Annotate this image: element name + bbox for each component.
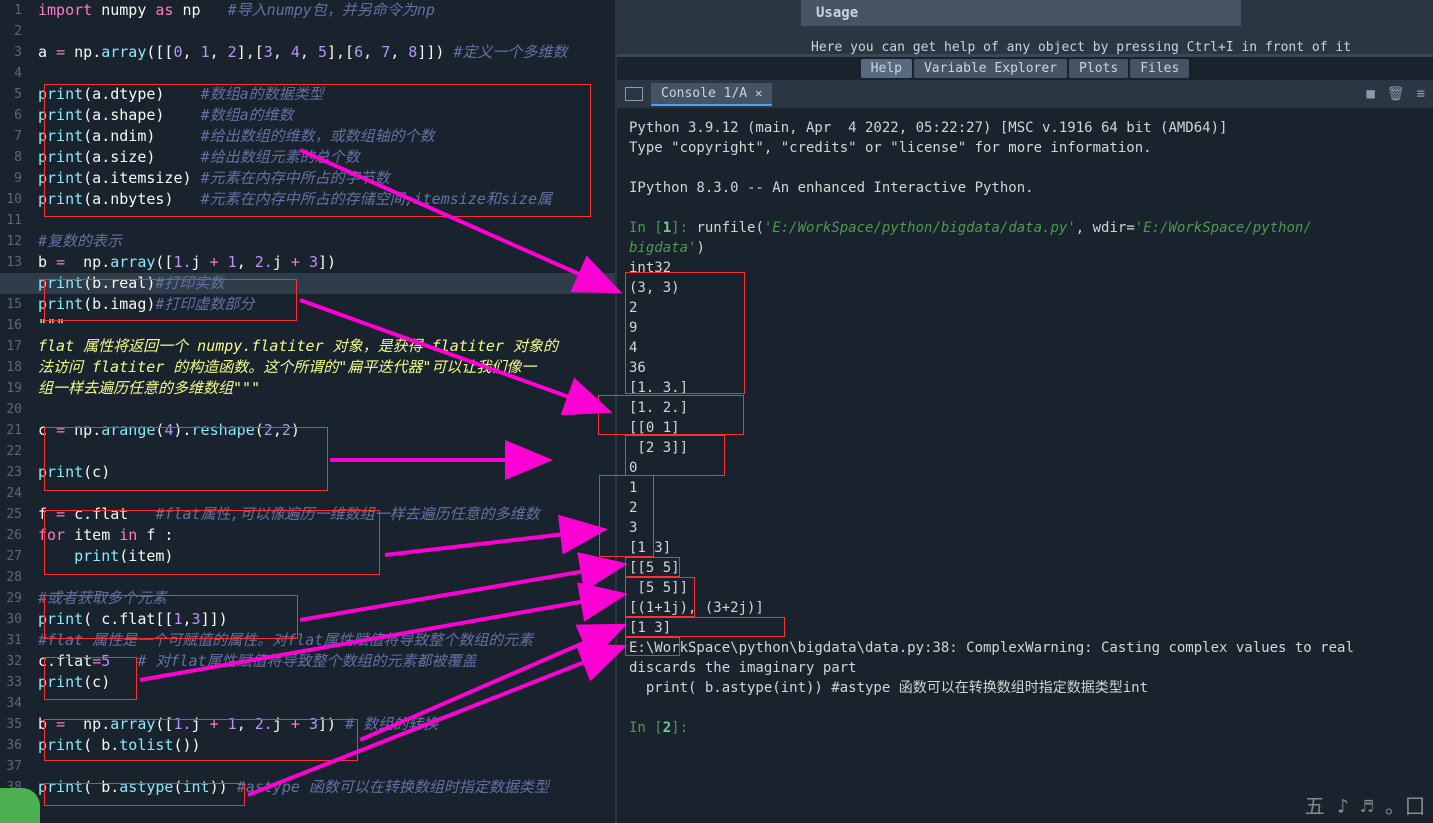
usage-label: Usage: [801, 0, 1241, 26]
pane-tab-bar: Help Variable Explorer Plots Files: [617, 56, 1433, 80]
stop-icon[interactable]: ■: [1366, 86, 1374, 102]
tab-variable-explorer[interactable]: Variable Explorer: [914, 59, 1067, 78]
trash-icon[interactable]: 🗑: [1387, 86, 1405, 102]
line-gutter: 1234567891011121314151617181920212223242…: [0, 0, 30, 819]
tab-help[interactable]: Help: [861, 59, 912, 78]
menu-icon[interactable]: ≡: [1417, 86, 1425, 102]
code-editor[interactable]: 1234567891011121314151617181920212223242…: [0, 0, 615, 823]
help-hint: Here you can get help of any object by p…: [811, 40, 1351, 55]
console-tab-label: Console 1/A: [661, 86, 747, 101]
right-pane: Usage Here you can get help of any objec…: [615, 0, 1433, 823]
code-area[interactable]: import numpy as np #导入numpy包，并另命令为npa = …: [38, 0, 615, 819]
help-pane: Usage Here you can get help of any objec…: [617, 0, 1433, 56]
watermark-logo: [0, 788, 40, 823]
close-icon[interactable]: ✕: [755, 86, 762, 100]
console-pane: Console 1/A ✕ ■ 🗑 ≡ Python 3.9.12 (main,…: [617, 80, 1433, 823]
new-console-icon[interactable]: [625, 87, 643, 101]
console-tab[interactable]: Console 1/A ✕: [651, 83, 772, 106]
console-output[interactable]: Python 3.9.12 (main, Apr 4 2022, 05:22:2…: [617, 108, 1433, 823]
watermark-text: 五 ♪ ♬ 。囗: [1297, 786, 1433, 823]
tab-files[interactable]: Files: [1130, 59, 1189, 78]
tab-plots[interactable]: Plots: [1069, 59, 1128, 78]
console-header: Console 1/A ✕ ■ 🗑 ≡: [617, 80, 1433, 108]
